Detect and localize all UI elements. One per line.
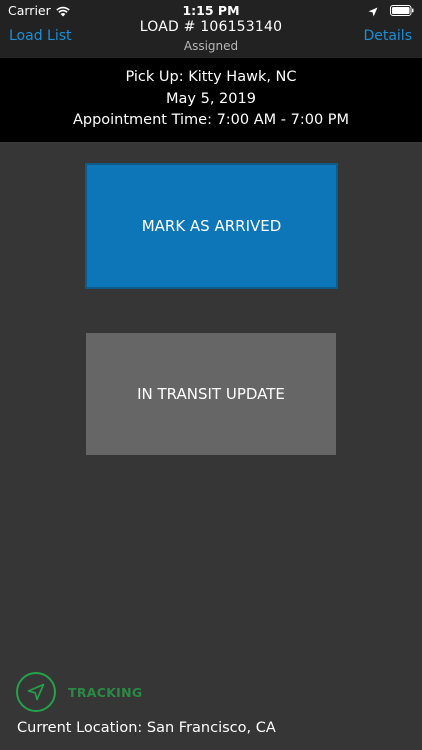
mark-as-arrived-label: MARK AS ARRIVED <box>141 217 282 235</box>
current-location: Current Location: San Francisco, CA <box>17 720 276 736</box>
clock: 1:15 PM <box>182 3 240 18</box>
in-transit-update-label: IN TRANSIT UPDATE <box>137 385 285 403</box>
details-button[interactable]: Details <box>363 28 412 44</box>
status-indicators <box>368 4 414 16</box>
tracking-label: TRACKING <box>68 685 143 700</box>
location-arrow-icon <box>368 5 378 16</box>
pickup-info-panel: Pick Up: Kitty Hawk, NC May 5, 2019 Appo… <box>0 58 422 142</box>
tracking-toggle[interactable] <box>16 672 56 712</box>
battery-icon <box>390 4 414 16</box>
pickup-location: Pick Up: Kitty Hawk, NC <box>125 69 297 85</box>
navigation-bar: Load List LOAD # 106153140 Assigned Deta… <box>0 18 422 58</box>
pickup-date: May 5, 2019 <box>166 91 256 107</box>
top-bar: Carrier 1:15 PM Load List LOAD # 1061531… <box>0 0 422 58</box>
mark-as-arrived-button[interactable]: MARK AS ARRIVED <box>85 163 338 289</box>
appointment-time: Appointment Time: 7:00 AM - 7:00 PM <box>72 112 350 128</box>
navigation-arrow-icon <box>27 683 45 701</box>
page-title: LOAD # 106153140 <box>139 19 283 35</box>
load-status-label: Assigned <box>183 39 239 53</box>
in-transit-update-button[interactable]: IN TRANSIT UPDATE <box>86 333 336 455</box>
